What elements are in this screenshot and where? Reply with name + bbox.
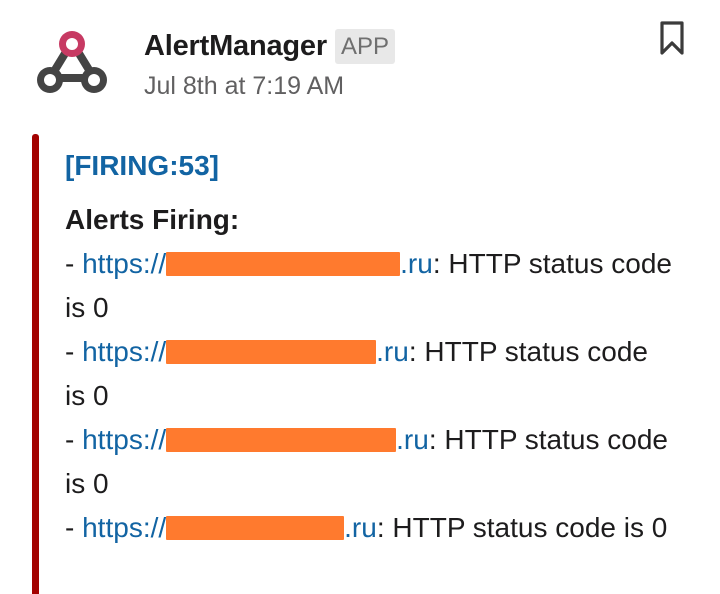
alert-url-tld: .ru	[396, 424, 429, 455]
alert-url-tld: .ru	[344, 512, 377, 543]
attachment-body: [FIRING:53] Alerts Firing: - https:// .ru…	[65, 144, 675, 550]
alert-item: - https://.ru: HTTP status code is 0	[65, 418, 675, 506]
alert-text: : HTTP status code is 0	[376, 512, 668, 543]
redaction-block	[166, 340, 377, 364]
alerts-heading: Alerts Firing:	[65, 204, 240, 235]
alert-url-link[interactable]: https:// .ru	[82, 424, 429, 455]
alert-item: - https://.ru: HTTP status code is 0	[65, 242, 675, 330]
attachment-title-link[interactable]: [FIRING:53]	[65, 144, 675, 188]
message-timestamp[interactable]: Jul 8th at 7:19 AM	[144, 72, 660, 101]
attachment-color-bar	[32, 134, 39, 594]
redaction-block	[166, 252, 401, 276]
alert-bullet: -	[65, 248, 83, 279]
message-header: AlertManager APP Jul 8th at 7:19 AM	[144, 26, 660, 101]
redaction-block	[166, 516, 345, 540]
alert-url-link[interactable]: https:// .ru	[82, 512, 377, 543]
redaction-block	[166, 428, 397, 452]
alert-bullet: -	[65, 512, 83, 543]
alert-url-scheme: https://	[82, 248, 167, 279]
bookmark-icon[interactable]	[659, 20, 685, 56]
alert-url-link[interactable]: https:// .ru	[82, 336, 409, 367]
alert-url-scheme: https://	[82, 336, 167, 367]
alert-url-scheme: https://	[82, 424, 167, 455]
alert-bullet: -	[65, 424, 83, 455]
alert-url-tld: .ru	[400, 248, 433, 279]
sender-row: AlertManager APP	[144, 26, 660, 66]
alert-item: - https:// .ru: HTTP status code is 0	[65, 506, 675, 550]
alert-url-scheme: https://	[82, 512, 167, 543]
alert-bullet: -	[65, 336, 83, 367]
alert-item: - https://.ru: HTTP status code is 0	[65, 330, 675, 418]
alert-url-tld: .ru	[376, 336, 409, 367]
slack-message: AlertManager APP Jul 8th at 7:19 AM [FIR…	[0, 0, 720, 594]
webhook-logo-icon[interactable]	[34, 28, 110, 98]
app-badge: APP	[334, 28, 395, 64]
alert-url-link[interactable]: https:// .ru	[82, 248, 433, 279]
sender-name[interactable]: AlertManager	[144, 30, 327, 63]
